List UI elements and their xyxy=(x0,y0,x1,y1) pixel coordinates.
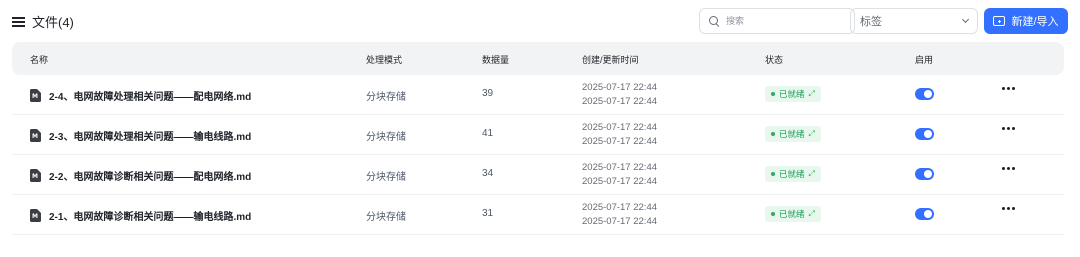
enable-toggle[interactable] xyxy=(915,88,934,100)
status-text: 已就绪 xyxy=(779,129,805,139)
table-header: 名称 处理模式 数据量 创建/更新时间 状态 启用 xyxy=(12,42,1064,75)
file-list-title: 文件(4) xyxy=(12,12,74,31)
file-name[interactable]: 2-1、电网故障诊断相关问题——输电线路.md xyxy=(49,208,251,223)
file-name-cell[interactable]: M 2-2、电网故障诊断相关问题——配电网络.md xyxy=(30,168,251,183)
status-badge[interactable]: 已就绪 ⤢ xyxy=(765,166,821,182)
data-count: 41 xyxy=(482,128,494,139)
list-icon xyxy=(12,16,25,27)
markdown-file-icon: M xyxy=(30,89,41,102)
table-row[interactable]: M 2-3、电网故障处理相关问题——输电线路.md 分块存储 41 2025-0… xyxy=(12,115,1064,155)
updated-time: 2025-07-17 22:44 xyxy=(582,216,658,227)
file-name[interactable]: 2-3、电网故障处理相关问题——输电线路.md xyxy=(49,128,251,143)
data-count: 34 xyxy=(482,168,494,179)
file-name-cell[interactable]: M 2-3、电网故障处理相关问题——输电线路.md xyxy=(30,128,251,143)
file-table: 名称 处理模式 数据量 创建/更新时间 状态 启用 M 2-4、电网故障处理相关… xyxy=(12,42,1064,235)
more-icon[interactable] xyxy=(1002,167,1015,170)
processing-mode: 分块存储 xyxy=(366,172,406,183)
file-name-cell[interactable]: M 2-1、电网故障诊断相关问题——输电线路.md xyxy=(30,208,251,223)
file-name[interactable]: 2-2、电网故障诊断相关问题——配电网络.md xyxy=(49,168,251,183)
status-dot xyxy=(771,132,775,136)
tag-select-label: 标签 xyxy=(860,16,882,28)
status-text: 已就绪 xyxy=(779,169,805,179)
more-icon[interactable] xyxy=(1002,207,1015,210)
processing-mode: 分块存储 xyxy=(366,132,406,143)
toolbar: 文件(4) 标签 新建/导入 xyxy=(12,8,1068,34)
created-time: 2025-07-17 22:44 xyxy=(582,202,658,213)
markdown-file-icon: M xyxy=(30,129,41,142)
table-row[interactable]: M 2-4、电网故障处理相关问题——配电网络.md 分块存储 39 2025-0… xyxy=(12,75,1064,115)
search-box[interactable] xyxy=(699,8,855,34)
chevron-down-icon xyxy=(961,15,970,24)
enable-toggle[interactable] xyxy=(915,168,934,180)
timestamps: 2025-07-17 22:44 2025-07-17 22:44 xyxy=(582,161,657,189)
timestamps: 2025-07-17 22:44 2025-07-17 22:44 xyxy=(582,201,657,229)
new-import-label: 新建/导入 xyxy=(1011,16,1059,28)
column-status[interactable]: 状态 xyxy=(765,53,783,66)
status-badge[interactable]: 已就绪 ⤢ xyxy=(765,86,821,102)
search-icon xyxy=(709,15,720,27)
tag-select[interactable]: 标签 xyxy=(850,8,978,34)
markdown-file-icon: M xyxy=(30,169,41,182)
column-enabled[interactable]: 启用 xyxy=(915,53,933,66)
status-dot xyxy=(771,92,775,96)
created-time: 2025-07-17 22:44 xyxy=(582,162,658,173)
data-count: 31 xyxy=(482,208,494,219)
processing-mode: 分块存储 xyxy=(366,92,406,103)
data-count: 39 xyxy=(482,88,494,99)
updated-time: 2025-07-17 22:44 xyxy=(582,96,658,107)
enable-toggle[interactable] xyxy=(915,208,934,220)
new-import-button[interactable]: 新建/导入 xyxy=(984,8,1068,34)
expand-icon[interactable]: ⤢ xyxy=(809,129,815,139)
column-mode[interactable]: 处理模式 xyxy=(366,53,402,66)
status-dot xyxy=(771,172,775,176)
more-icon[interactable] xyxy=(1002,127,1015,130)
timestamps: 2025-07-17 22:44 2025-07-17 22:44 xyxy=(582,121,657,149)
search-input[interactable] xyxy=(726,16,846,26)
markdown-file-icon: M xyxy=(30,209,41,222)
updated-time: 2025-07-17 22:44 xyxy=(582,176,658,187)
status-dot xyxy=(771,212,775,216)
more-icon[interactable] xyxy=(1002,87,1015,90)
column-name[interactable]: 名称 xyxy=(30,53,48,66)
status-badge[interactable]: 已就绪 ⤢ xyxy=(765,206,821,222)
table-row[interactable]: M 2-1、电网故障诊断相关问题——输电线路.md 分块存储 31 2025-0… xyxy=(12,195,1064,235)
processing-mode: 分块存储 xyxy=(366,212,406,223)
status-text: 已就绪 xyxy=(779,209,805,219)
table-row[interactable]: M 2-2、电网故障诊断相关问题——配电网络.md 分块存储 34 2025-0… xyxy=(12,155,1064,195)
column-count[interactable]: 数据量 xyxy=(482,53,509,66)
page-title: 文件(4) xyxy=(32,15,74,30)
file-name[interactable]: 2-4、电网故障处理相关问题——配电网络.md xyxy=(49,88,251,103)
expand-icon[interactable]: ⤢ xyxy=(809,169,815,179)
file-name-cell[interactable]: M 2-4、电网故障处理相关问题——配电网络.md xyxy=(30,88,251,103)
folder-add-icon xyxy=(993,16,1006,26)
expand-icon[interactable]: ⤢ xyxy=(809,209,815,219)
created-time: 2025-07-17 22:44 xyxy=(582,122,658,133)
timestamps: 2025-07-17 22:44 2025-07-17 22:44 xyxy=(582,81,657,109)
expand-icon[interactable]: ⤢ xyxy=(809,89,815,99)
updated-time: 2025-07-17 22:44 xyxy=(582,136,658,147)
status-text: 已就绪 xyxy=(779,89,805,99)
status-badge[interactable]: 已就绪 ⤢ xyxy=(765,126,821,142)
enable-toggle[interactable] xyxy=(915,128,934,140)
created-time: 2025-07-17 22:44 xyxy=(582,82,658,93)
column-time[interactable]: 创建/更新时间 xyxy=(582,53,639,66)
